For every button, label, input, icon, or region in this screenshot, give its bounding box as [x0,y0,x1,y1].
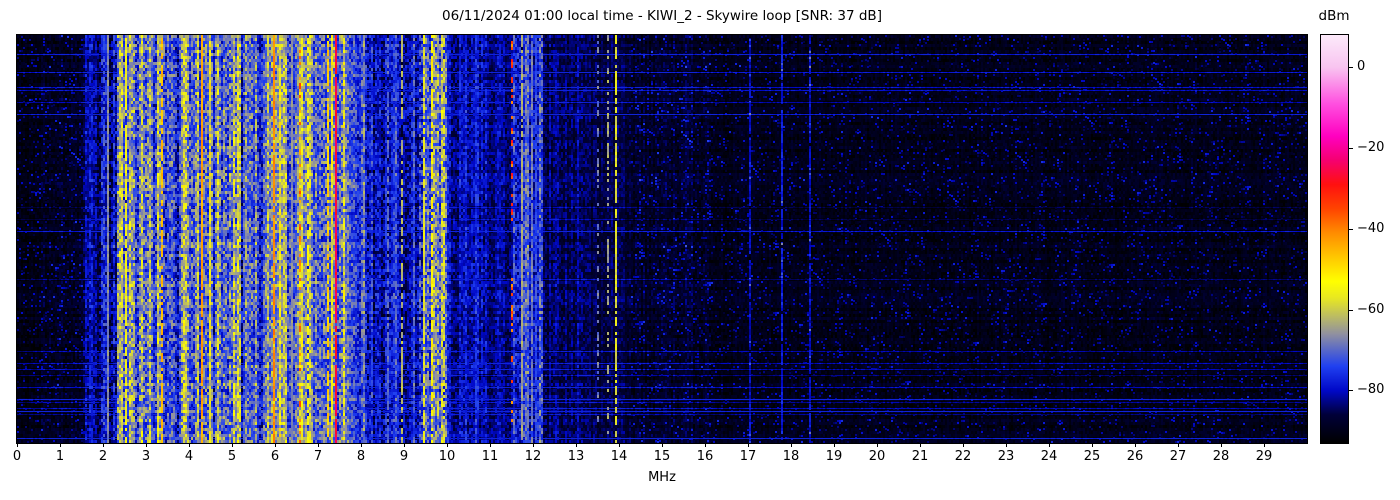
colorbar-tick-label: −80 [1357,382,1385,398]
x-tick-mark [834,443,835,447]
x-tick-label: 12 [524,449,542,464]
x-tick-label: 19 [825,449,843,464]
x-tick-mark [791,443,792,447]
x-tick-mark [1221,443,1222,447]
x-tick-label: 28 [1212,449,1230,464]
x-tick-mark [1006,443,1007,447]
chart-title: 06/11/2024 01:00 local time - KIWI_2 - S… [442,8,882,24]
plot-frame [16,34,1308,444]
x-tick-label: 1 [55,449,65,464]
x-tick-mark [619,443,620,447]
spectrogram-figure: 06/11/2024 01:00 local time - KIWI_2 - S… [0,0,1400,500]
x-tick-label: 4 [184,449,194,464]
x-tick-label: 10 [438,449,456,464]
x-tick-label: 2 [98,449,108,464]
x-tick-label: 6 [270,449,280,464]
x-tick-label: 23 [997,449,1015,464]
x-tick-mark [447,443,448,447]
colorbar-tick-mark [1348,67,1353,69]
x-tick-label: 26 [1126,449,1144,464]
x-tick-mark [1264,443,1265,447]
x-tick-mark [662,443,663,447]
x-tick-mark [404,443,405,447]
x-tick-label: 20 [868,449,886,464]
colorbar-label: dBm [1318,8,1350,24]
colorbar-tick-mark [1348,148,1353,150]
colorbar-ticks: 0 −20 −40 −60 −80 [1348,35,1398,443]
x-tick-mark [533,443,534,447]
colorbar-tick-label: −60 [1357,301,1385,317]
x-tick-mark [1092,443,1093,447]
x-tick-label: 29 [1255,449,1273,464]
x-tick-mark [748,443,749,447]
x-tick-label: 9 [399,449,409,464]
colorbar-tick-label: 0 [1357,59,1366,75]
x-tick-mark [877,443,878,447]
colorbar-tick-mark [1348,228,1353,230]
x-tick-mark [490,443,491,447]
x-tick-mark [920,443,921,447]
x-tick-label: 5 [227,449,237,464]
colorbar [1320,34,1349,444]
x-tick-mark [189,443,190,447]
colorbar-tick-mark [1348,390,1353,392]
colorbar-tick-label: −20 [1357,140,1385,156]
x-tick-mark [576,443,577,447]
x-tick-label: 17 [739,449,757,464]
x-tick-mark [232,443,233,447]
x-tick-label: 22 [954,449,972,464]
x-tick-label: 16 [696,449,714,464]
x-tick-label: 11 [481,449,499,464]
x-tick-mark [146,443,147,447]
colorbar-gradient [1321,35,1348,443]
x-tick-mark [318,443,319,447]
x-tick-label: 8 [356,449,366,464]
x-tick-mark [17,443,18,447]
x-axis-ticks: 0 1 2 3 4 5 6 7 8 9 10 11 12 13 14 15 16 17 18 19 20 21 22 23 24… [13,443,1307,473]
x-tick-label: 14 [610,449,628,464]
colorbar-tick-label: −40 [1357,220,1385,236]
x-tick-mark [275,443,276,447]
x-tick-label: 13 [567,449,585,464]
x-tick-mark [963,443,964,447]
x-tick-label: 27 [1169,449,1187,464]
x-tick-mark [1135,443,1136,447]
spectrogram-canvas [17,35,1307,443]
x-tick-mark [705,443,706,447]
x-tick-mark [103,443,104,447]
colorbar-tick-mark [1348,309,1353,311]
x-tick-label: 21 [911,449,929,464]
x-axis-label: MHz [648,470,676,485]
x-tick-label: 18 [782,449,800,464]
x-tick-mark [1178,443,1179,447]
x-tick-label: 7 [313,449,323,464]
x-tick-label: 3 [141,449,151,464]
x-tick-label: 0 [12,449,22,464]
x-tick-label: 15 [653,449,671,464]
x-tick-label: 25 [1083,449,1101,464]
x-tick-mark [1049,443,1050,447]
x-tick-label: 24 [1040,449,1058,464]
x-tick-mark [60,443,61,447]
x-tick-mark [361,443,362,447]
